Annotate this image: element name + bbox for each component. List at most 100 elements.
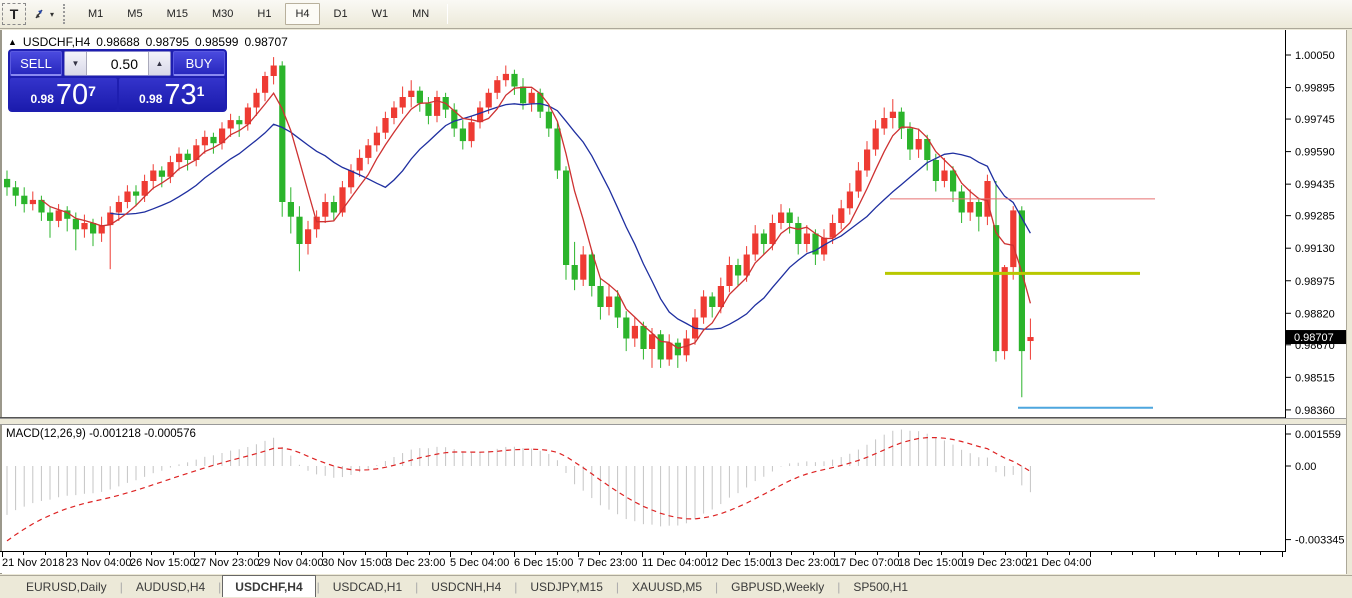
chart-tab-usdcnh[interactable]: USDCNH,H4 [419,577,513,597]
tab-separator: | [837,580,840,594]
tab-separator: | [715,580,718,594]
time-tick [557,552,558,555]
time-tick [685,552,686,555]
time-tick [151,552,152,555]
tab-separator: | [616,580,619,594]
timeframe-button-mn[interactable]: MN [402,3,439,25]
toolbar: T ▾ M1M5M15M30H1H4D1W1MN [0,0,1352,29]
sell-price-prefix: 0.98 [31,89,54,109]
timeframe-button-m5[interactable]: M5 [117,3,152,25]
time-tick [1175,552,1176,555]
price-axis-label: 0.99130 [1295,243,1335,255]
chevron-down-icon[interactable]: ▾ [50,10,54,19]
time-tick [429,552,430,555]
time-tick [1239,552,1240,555]
timeframe-button-d1[interactable]: D1 [324,3,358,25]
macd-axis-label: 0.001559 [1295,429,1341,441]
chart-tab-eurusd[interactable]: EURUSD,Daily [14,577,119,597]
time-axis-label: 7 Dec 23:00 [578,557,637,569]
chart-tab-sp500[interactable]: SP500,H1 [841,577,920,597]
chart-title: ▲ USDCHF,H4 0.98688 0.98795 0.98599 0.98… [8,35,288,49]
macd-axis-label: -0.003345 [1295,535,1345,547]
volume-input[interactable] [87,52,148,75]
chart-tab-usdchf[interactable]: USDCHF,H4 [222,575,315,597]
time-axis-label: 21 Dec 04:00 [1026,557,1091,569]
macd-axis-label: 0.00 [1295,461,1316,473]
time-tick [87,552,88,555]
price-axis-label: 0.99895 [1295,83,1335,95]
time-tick [215,552,216,555]
buy-price-prefix: 0.98 [139,89,162,109]
high-value: 0.98795 [146,35,189,49]
triangle-up-icon: ▲ [156,59,164,68]
chart-tab-audusd[interactable]: AUDUSD,H4 [124,577,217,597]
time-tick [1132,552,1133,555]
time-tick [1282,552,1283,557]
price-axis-label: 0.98820 [1295,308,1335,320]
sell-price-big: 70 [56,82,88,109]
time-axis-label: 19 Dec 23:00 [962,557,1027,569]
timeframe-button-m1[interactable]: M1 [78,3,113,25]
time-tick [599,552,600,555]
time-tick [791,552,792,555]
chart-tab-xauusd[interactable]: XAUUSD,M5 [620,577,714,597]
time-tick [813,552,814,555]
time-tick [109,552,110,555]
text-tool-icon: T [10,6,19,22]
chart-tab-gbpusd[interactable]: GBPUSD,Weekly [719,577,836,597]
time-tick [749,552,750,555]
chart-tab-bar: EURUSD,Daily|AUDUSD,H4|USDCHF,H4|USDCAD,… [0,575,1352,598]
tab-separator: | [218,580,221,594]
sell-price[interactable]: 0.98 70 7 [10,78,117,110]
cursor-arrows-button[interactable]: ▾ [30,3,55,25]
time-axis-label: 30 Nov 15:00 [322,557,387,569]
time-axis-label: 29 Nov 04:00 [258,557,323,569]
time-axis-label: 5 Dec 04:00 [450,557,509,569]
toolbar-grip[interactable] [63,4,68,24]
close-value: 0.98707 [244,35,287,49]
buy-price-big: 73 [164,82,196,109]
time-tick [1005,552,1006,555]
chart-tab-usdjpy[interactable]: USDJPY,M15 [518,577,614,597]
collapse-triangle-icon[interactable]: ▲ [8,37,17,47]
sell-button[interactable]: SELL [10,51,62,76]
price-axis-label: 0.98515 [1295,372,1335,384]
symbol-period-label: USDCHF,H4 [23,35,90,49]
timeframe-group: M1M5M15M30H1H4D1W1MN [76,3,441,25]
time-tick [983,552,984,555]
time-tick [663,552,664,555]
volume-decrease-button[interactable]: ▼ [65,52,87,75]
timeframe-button-m15[interactable]: M15 [157,3,198,25]
time-axis-label: 6 Dec 15:00 [514,557,573,569]
triangle-down-icon: ▼ [72,59,80,68]
time-tick [45,552,46,555]
volume-increase-button[interactable]: ▲ [148,52,170,75]
timeframe-button-h1[interactable]: H1 [247,3,281,25]
macd-canvas[interactable]: 0.0015590.00-0.003345MACD(12,26,9) -0.00… [0,425,1352,552]
time-axis[interactable]: 21 Nov 201823 Nov 04:0026 Nov 15:0027 No… [0,552,1346,573]
one-click-trading-panel: SELL ▼ ▲ BUY 0.98 70 7 0.98 73 1 [8,49,227,112]
time-tick [535,552,536,555]
time-tick [621,552,622,555]
text-tool-button[interactable]: T [2,3,26,25]
volume-control: ▼ ▲ [64,51,171,76]
timeframe-button-w1[interactable]: W1 [362,3,399,25]
price-axis-label: 0.99745 [1295,114,1335,126]
price-axis-label: 0.98360 [1295,405,1335,417]
time-tick [1047,552,1048,555]
buy-button[interactable]: BUY [173,51,225,76]
timeframe-button-h4[interactable]: H4 [285,3,319,25]
price-axis-label: 0.98975 [1295,276,1335,288]
price-axis-label: 0.99590 [1295,147,1335,159]
time-tick [407,552,408,555]
macd-histogram [7,430,1030,527]
time-tick [365,552,366,555]
chart-tab-usdcad[interactable]: USDCAD,H1 [321,577,414,597]
time-tick [1111,552,1112,555]
buy-price-pip: 1 [197,86,205,96]
buy-price[interactable]: 0.98 73 1 [119,78,226,110]
time-axis-label: 12 Dec 15:00 [706,557,771,569]
indicator-splitter[interactable] [0,418,1346,425]
timeframe-button-m30[interactable]: M30 [202,3,243,25]
time-axis-label: 18 Dec 15:00 [898,557,963,569]
